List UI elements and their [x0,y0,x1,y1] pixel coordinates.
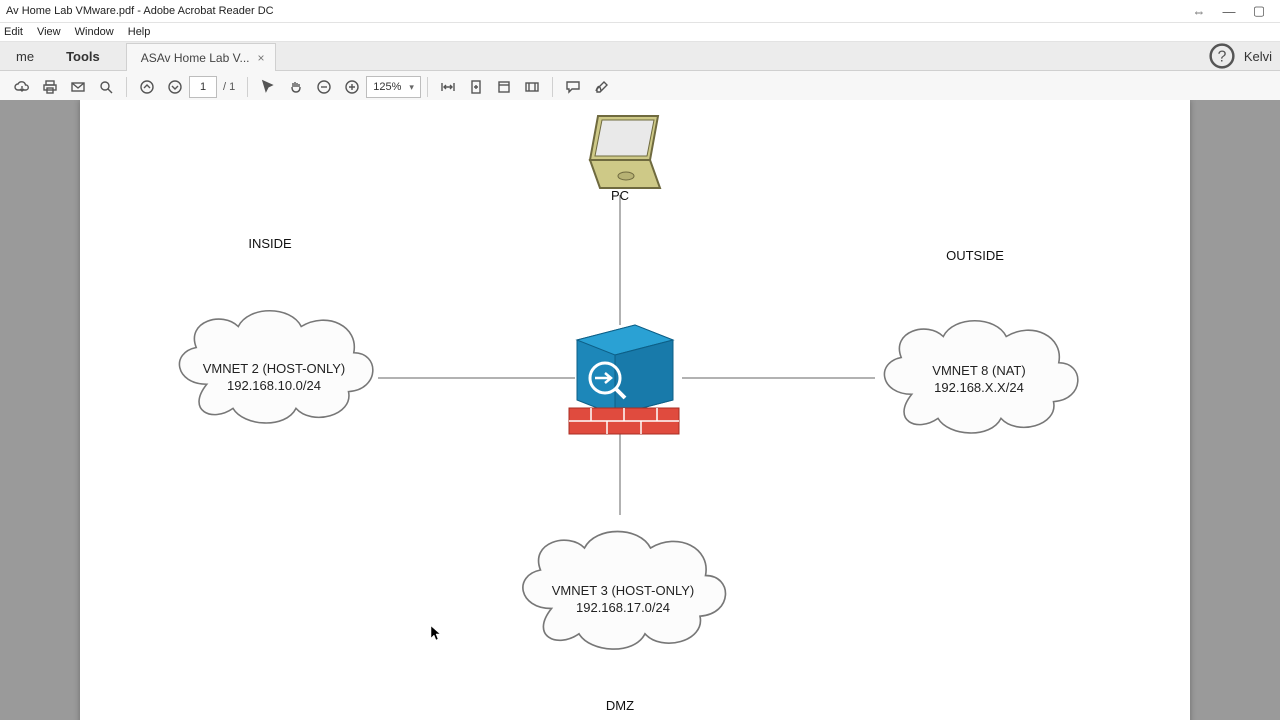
minimize-button[interactable]: ― [1214,4,1244,19]
zoom-out-icon[interactable] [312,75,336,99]
tab-document[interactable]: ASAv Home Lab V... × [126,43,276,71]
tab-tools[interactable]: Tools [50,42,116,70]
zoom-level-select[interactable]: 125% ▾ [366,76,421,98]
save-cloud-icon[interactable] [10,75,34,99]
menu-edit[interactable]: Edit [4,26,23,38]
fit-page-icon[interactable] [464,75,488,99]
tab-home[interactable]: me [0,42,50,70]
page-up-icon[interactable] [135,75,159,99]
firewall-icon [569,325,679,434]
close-tab-icon[interactable]: × [258,51,265,65]
menu-help[interactable]: Help [128,26,151,38]
cloud-outside-line2: 192.168.X.X/24 [934,380,1024,395]
cloud-inside-line1: VMNET 2 (HOST-ONLY) [203,361,346,376]
pc-icon: PC [590,116,660,203]
fit-width-icon[interactable] [436,75,460,99]
cloud-inside-line2: 192.168.10.0/24 [227,378,321,393]
zoom-in-icon[interactable] [340,75,364,99]
email-icon[interactable] [66,75,90,99]
zone-dmz-label: DMZ [606,698,634,713]
toolbar-separator [552,77,553,97]
maximize-button[interactable]: ▢ [1244,3,1274,19]
help-icon[interactable]: ? [1208,42,1236,70]
page-down-icon[interactable] [163,75,187,99]
window-titlebar: Av Home Lab VMware.pdf - Adobe Acrobat R… [0,0,1280,23]
window-title: Av Home Lab VMware.pdf - Adobe Acrobat R… [6,5,1184,17]
page-count-label: / 1 [223,81,235,93]
toolbar-separator [247,77,248,97]
restore-down-icon[interactable]: ⇔ [1184,4,1214,19]
fullscreen-icon[interactable] [492,75,516,99]
mouse-cursor-icon [430,625,442,644]
menu-view[interactable]: View [37,26,61,38]
comment-icon[interactable] [561,75,585,99]
pdf-page: PC INSIDE OUTSIDE DMZ VMNET 2 (HOST-ONLY… [80,100,1190,720]
svg-text:?: ? [1217,48,1226,65]
pc-label: PC [611,188,629,203]
document-viewport[interactable]: PC INSIDE OUTSIDE DMZ VMNET 2 (HOST-ONLY… [0,100,1280,720]
read-mode-icon[interactable] [520,75,544,99]
menu-window[interactable]: Window [75,26,114,38]
sign-icon[interactable] [589,75,613,99]
print-icon[interactable] [38,75,62,99]
zone-inside-label: INSIDE [248,236,292,251]
select-tool-icon[interactable] [256,75,280,99]
zoom-level-value: 125% [373,77,401,97]
toolbar-separator [126,77,127,97]
cloud-dmz-line2: 192.168.17.0/24 [576,600,670,615]
tab-document-label: ASAv Home Lab V... [141,51,250,65]
hand-tool-icon[interactable] [284,75,308,99]
chevron-down-icon: ▾ [409,77,414,97]
tab-strip: me Tools ASAv Home Lab V... × ? Kelvi [0,42,1280,71]
toolbar-separator [427,77,428,97]
zone-outside-label: OUTSIDE [946,248,1004,263]
menu-bar: Edit View Window Help [0,23,1280,42]
search-icon[interactable] [94,75,118,99]
page-number-input[interactable]: 1 [189,76,217,98]
cloud-dmz-line1: VMNET 3 (HOST-ONLY) [552,583,695,598]
cloud-outside-line1: VMNET 8 (NAT) [932,363,1025,378]
account-name[interactable]: Kelvi [1236,42,1280,70]
